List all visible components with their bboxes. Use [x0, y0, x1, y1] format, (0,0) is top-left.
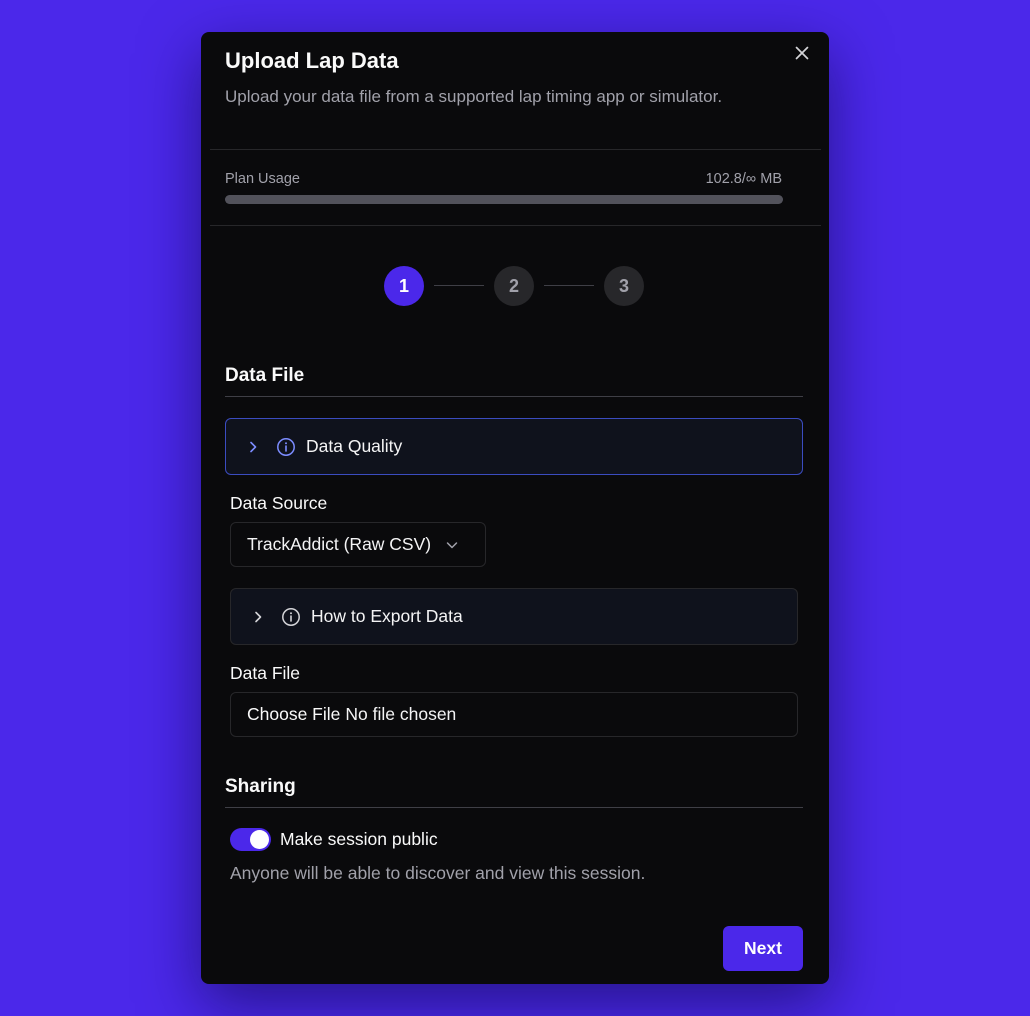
- step-1-indicator: 1: [384, 266, 424, 306]
- info-icon: [281, 607, 301, 627]
- plan-usage-bar-fill: [225, 195, 783, 204]
- close-icon: [795, 46, 809, 60]
- data-file-section-title: Data File: [225, 365, 305, 386]
- upload-dialog: Upload Lap Data Upload your data file fr…: [201, 32, 829, 984]
- toggle-knob: [250, 830, 269, 849]
- data-file-input[interactable]: Choose File No file chosen: [230, 692, 798, 737]
- chevron-down-icon: [445, 538, 459, 552]
- make-public-toggle[interactable]: [230, 828, 271, 851]
- plan-usage-value: 102.8/∞ MB: [705, 171, 782, 187]
- plan-usage-bar: [225, 195, 783, 204]
- step-3-indicator: 3: [604, 266, 644, 306]
- data-source-select[interactable]: TrackAddict (Raw CSV): [230, 522, 486, 567]
- data-source-label: Data Source: [230, 493, 328, 513]
- step-connector: [434, 285, 484, 286]
- data-file-label: Data File: [230, 663, 301, 683]
- divider: [210, 225, 821, 226]
- plan-usage-label: Plan Usage: [225, 171, 300, 187]
- how-to-export-label: How to Export Data: [311, 606, 463, 626]
- step-connector: [544, 285, 594, 286]
- how-to-export-accordion[interactable]: How to Export Data: [230, 588, 798, 645]
- close-button[interactable]: [791, 42, 813, 64]
- next-button[interactable]: Next: [723, 926, 803, 971]
- step-2-indicator: 2: [494, 266, 534, 306]
- dialog-title: Upload Lap Data: [225, 48, 399, 73]
- choose-file-button[interactable]: Choose File: [247, 704, 340, 725]
- chevron-right-icon: [251, 610, 265, 624]
- file-status-text: No file chosen: [345, 704, 457, 724]
- make-public-help-text: Anyone will be able to discover and view…: [230, 863, 646, 883]
- dialog-subtitle: Upload your data file from a supported l…: [225, 87, 723, 106]
- divider: [210, 149, 821, 150]
- sharing-section-title: Sharing: [225, 776, 296, 797]
- data-quality-accordion[interactable]: Data Quality: [225, 418, 803, 475]
- chevron-right-icon: [246, 440, 260, 454]
- make-public-label: Make session public: [280, 829, 438, 849]
- data-quality-label: Data Quality: [306, 436, 403, 456]
- section-divider: [225, 807, 803, 808]
- section-divider: [225, 396, 803, 397]
- info-icon: [276, 437, 296, 457]
- data-source-selected-value: TrackAddict (Raw CSV): [247, 534, 432, 554]
